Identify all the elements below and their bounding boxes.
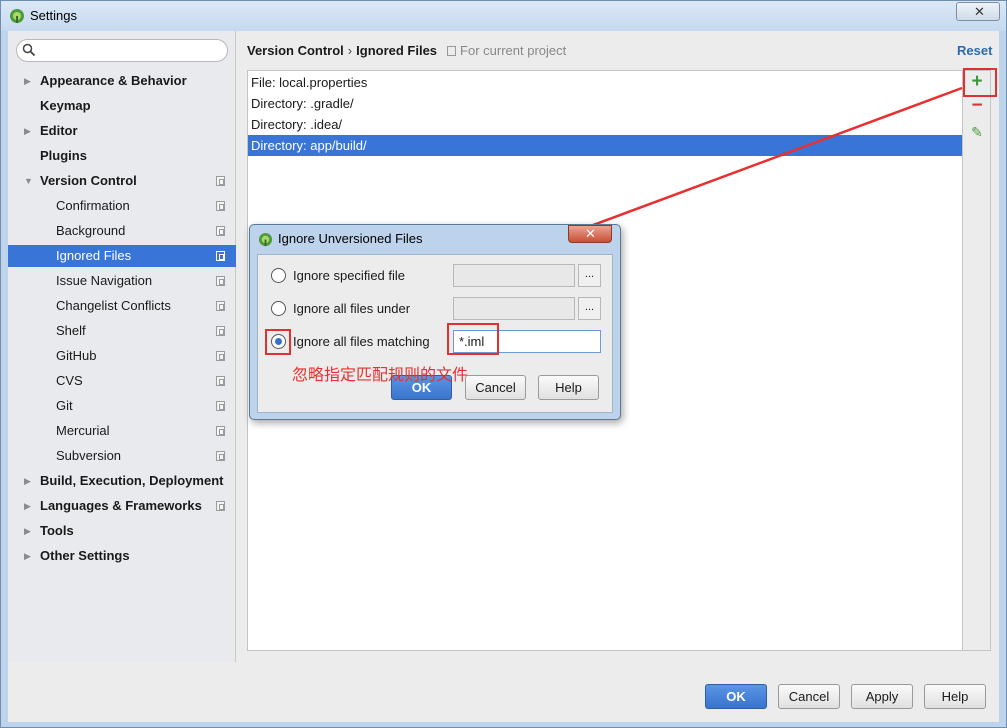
- ok-button[interactable]: OK: [705, 684, 767, 709]
- settings-window: Settings ✕ ▶ Appearance & Behavior Keymap…: [0, 0, 1007, 728]
- pattern-highlight-box: [447, 323, 499, 355]
- cancel-button[interactable]: Cancel: [778, 684, 840, 709]
- apply-button[interactable]: Apply: [851, 684, 913, 709]
- browse-directory-button[interactable]: ...: [578, 297, 601, 320]
- browse-file-button[interactable]: ...: [578, 264, 601, 287]
- dialog-body: Ignore specified file ... Ignore all fil…: [257, 254, 613, 413]
- dialog-title: Ignore Unversioned Files: [278, 231, 423, 246]
- dialog-cancel-button[interactable]: Cancel: [465, 375, 526, 400]
- annotation-text: 忽略指定匹配规则的文件: [292, 365, 469, 384]
- dialog-help-button[interactable]: Help: [538, 375, 599, 400]
- radio-button[interactable]: [271, 301, 286, 316]
- radio-button[interactable]: [271, 268, 286, 283]
- radio-highlight-box: [265, 329, 291, 355]
- directory-field[interactable]: [453, 297, 575, 320]
- help-button[interactable]: Help: [924, 684, 986, 709]
- ignore-unversioned-dialog: Ignore Unversioned Files ✕ Ignore specif…: [249, 224, 621, 420]
- close-icon: ✕: [585, 226, 596, 241]
- dialog-close-button[interactable]: ✕: [568, 225, 612, 243]
- android-studio-icon: [258, 232, 273, 247]
- specified-file-field[interactable]: [453, 264, 575, 287]
